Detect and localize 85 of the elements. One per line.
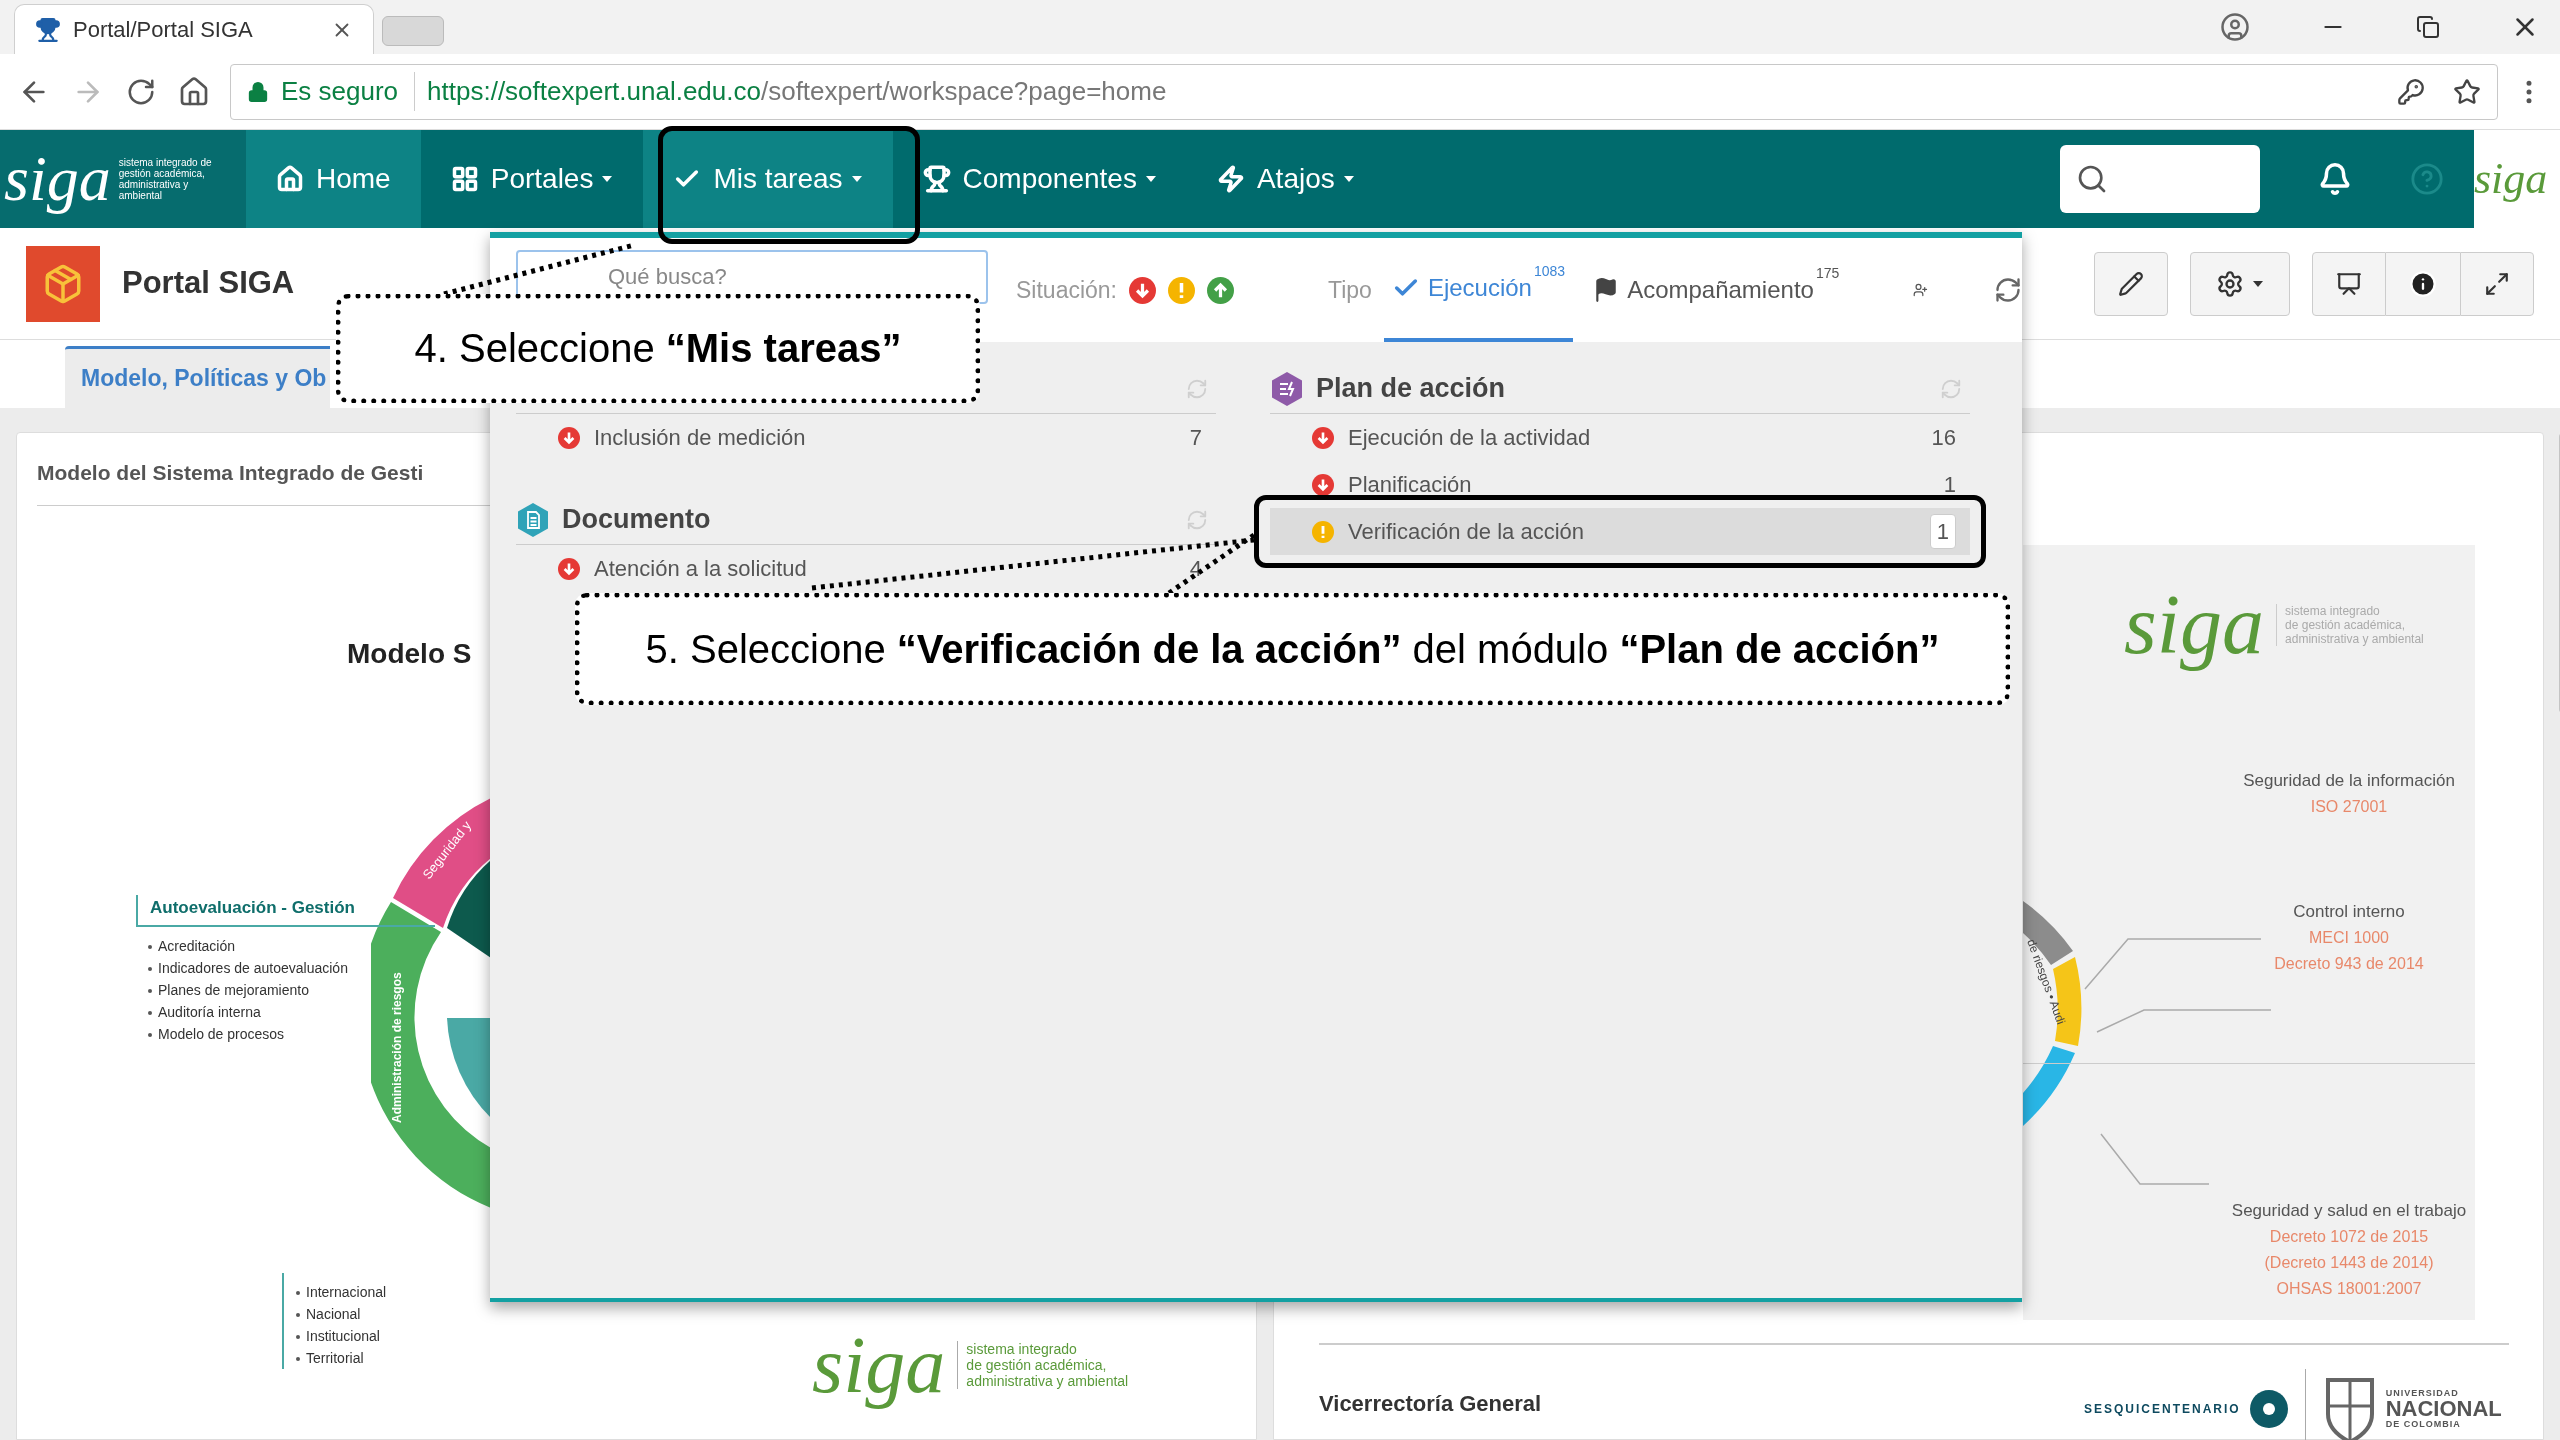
trophy-icon: [35, 16, 61, 43]
ring-drawing: de riesgos • Audi: [2023, 881, 2093, 1131]
document-hexagon-icon: [516, 501, 550, 538]
group-title: Documento: [562, 503, 711, 537]
badge-text: SESQUICENTENARIO: [2084, 1401, 2241, 1418]
key-icon[interactable]: [2397, 77, 2425, 106]
type-tab[interactable]: Acompañamiento $^{175}$: [1585, 238, 1848, 342]
task-row[interactable]: Planificación 1: [1270, 461, 1970, 508]
instruction-tooltip: 5. Seleccione “Verificación de la acción” del módulo “Plan de acción”: [575, 593, 2010, 705]
instruction-tooltip: 4. Seleccione “Mis tareas”: [336, 294, 980, 403]
siga-logo: siga: [2474, 130, 2560, 228]
university-name: UNIVERSIDAD NACIONAL DE COLOMBIA: [2385, 1389, 2502, 1429]
tab-title: Portal/Portal SIGA: [73, 16, 254, 44]
home-icon: [276, 165, 304, 193]
section-title: Control interno: [2293, 901, 2405, 923]
portal-title: Portal SIGA: [122, 264, 295, 303]
trophy-icon: [922, 165, 951, 193]
bell-icon[interactable]: [2318, 162, 2352, 196]
browser-tab[interactable]: Portal/Portal SIGA: [14, 4, 374, 54]
exclamation-circle-icon: [1312, 520, 1334, 543]
standard-text: ISO 27001: [2310, 796, 2388, 817]
type-label: Tipo: [1328, 275, 1372, 305]
standard-text: (Decreto 1443 de 2014): [2264, 1252, 2434, 1273]
caret-icon: [2252, 279, 2264, 288]
group-title: Plan de acción: [1316, 372, 1506, 406]
exclamation-circle-icon: [1168, 276, 1195, 304]
logo-tagline: sistema integrado de gestión académica, administrativa y ambiental: [957, 1341, 1129, 1389]
down-arrow-circle-icon: [1312, 473, 1334, 496]
up-arrow-circle-icon: [1207, 276, 1234, 304]
emblem-icon: [2248, 1389, 2289, 1429]
secure-label: Es seguro: [281, 72, 416, 111]
list-item: Internacional: [296, 1281, 387, 1303]
nav-item[interactable]: Home: [246, 130, 421, 228]
logo-tagline: sistema integrado de gestión académica, administrativa y ambiental: [2276, 604, 2424, 646]
standard-text: Decreto 1072 de 2015: [2269, 1226, 2429, 1247]
star-icon[interactable]: [2453, 77, 2481, 106]
down-arrow-circle-icon: [558, 426, 580, 449]
nav-item[interactable]: Mis tareas: [643, 130, 893, 228]
grid-icon: [450, 165, 479, 193]
content-tab[interactable]: Modelo, Políticas y Ob: [65, 346, 331, 408]
presentation-icon: [2336, 270, 2362, 297]
expand-icon: [2484, 270, 2510, 297]
info-icon: [2409, 269, 2437, 298]
nav-item[interactable]: Portales: [420, 130, 644, 228]
task-row[interactable]: Inclusión de medición 7: [516, 414, 1216, 461]
type-tab[interactable]: Ejecución $^{1083}$: [1383, 238, 1574, 342]
down-arrow-circle-icon: [558, 557, 580, 580]
plan-hexagon-icon: [1270, 370, 1304, 407]
restore-icon[interactable]: [2416, 15, 2440, 39]
lock-icon: [247, 80, 269, 103]
lightning-icon: [1216, 165, 1245, 193]
section-title: Seguridad y salud en el trabajo: [2231, 1200, 2467, 1222]
diagram-heading: Modelo S: [347, 637, 472, 671]
edit-button[interactable]: [2094, 251, 2168, 316]
block-title: Autoevaluación - Gestión: [136, 895, 435, 927]
standard-text: OHSAS 18001:2007: [2276, 1278, 2422, 1299]
account-icon[interactable]: [2220, 12, 2250, 42]
settings-button[interactable]: [2190, 251, 2290, 316]
url-text: https://softexpert.unal.edu.co/softexpert/workspace?page=home: [427, 75, 1167, 108]
list-item: Acreditación: [148, 934, 435, 957]
standard-text: MECI 1000: [2308, 927, 2389, 948]
pencil-icon: [2118, 270, 2144, 297]
search-icon: [2076, 163, 2108, 195]
down-arrow-circle-icon: [1129, 276, 1156, 304]
presentation-button[interactable]: [2312, 251, 2386, 316]
address-bar[interactable]: Es seguro https://softexpert.unal.edu.co/softexpert/workspace?page=home: [230, 63, 2498, 120]
footer-text: Vicerrectoría General: [1319, 1390, 1542, 1418]
list-item: Nacional: [296, 1303, 387, 1325]
task-row[interactable]: Verificación de la acción 1: [1270, 508, 1970, 555]
nav-item[interactable]: Componentes: [892, 130, 1187, 228]
expand-button[interactable]: [2460, 251, 2534, 316]
standard-text: Decreto 943 de 2014: [2274, 953, 2424, 974]
list-item: Territorial: [296, 1347, 387, 1369]
home-icon[interactable]: [178, 75, 210, 108]
down-arrow-circle-icon: [1312, 426, 1334, 449]
section-title: Seguridad de la información: [2243, 770, 2455, 792]
info-button[interactable]: [2386, 251, 2460, 316]
situation-label: Situación:: [1016, 275, 1117, 305]
task-row[interactable]: Ejecución de la actividad 16: [1270, 414, 1970, 461]
refresh-icon[interactable]: [1994, 276, 2022, 304]
settings-icon: [2216, 269, 2244, 298]
search-field[interactable]: [2060, 145, 2260, 213]
nav-item[interactable]: Atajos: [1186, 130, 1385, 228]
panel-title: Modelo del Sistema Integrado de Gesti: [37, 460, 424, 486]
list-item: Institucional: [296, 1325, 387, 1347]
